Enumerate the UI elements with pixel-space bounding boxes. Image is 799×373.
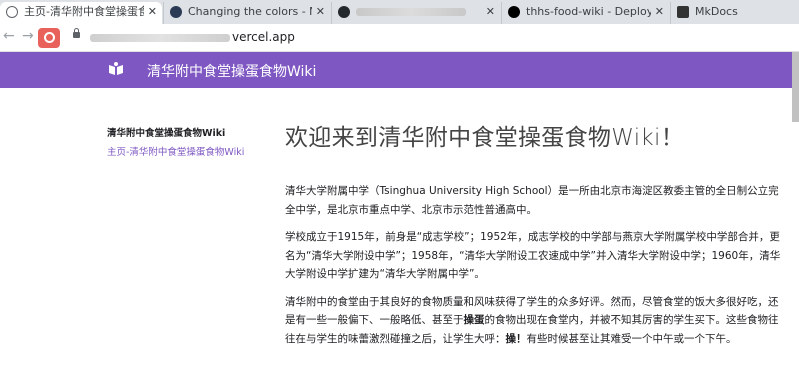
close-icon[interactable]: ✕ bbox=[148, 2, 157, 22]
book-icon[interactable] bbox=[108, 62, 124, 76]
text-span: 有些时候甚至让其难受一个中午或一个下午。 bbox=[526, 332, 737, 345]
vercel-icon bbox=[508, 6, 520, 18]
tab-home[interactable]: 主页-清华附中食堂操蛋食物Wiki ✕ bbox=[0, 2, 162, 24]
scrollbar[interactable] bbox=[792, 52, 799, 122]
tab-title: 主页-清华附中食堂操蛋食物Wiki bbox=[24, 5, 144, 18]
tab-vercel[interactable]: thhs-food-wiki - Deployment ✕ bbox=[501, 2, 669, 24]
address-bar[interactable]: vercel.app bbox=[232, 30, 295, 44]
tab-material[interactable]: Changing the colors - Material ✕ bbox=[163, 2, 330, 24]
site-title[interactable]: 清华附中食堂操蛋食物Wiki bbox=[147, 61, 316, 81]
intro-paragraph: 清华大学附属中学（Tsinghua University High School… bbox=[285, 185, 779, 216]
browser-tab-strip: 主页-清华附中食堂操蛋食物Wiki ✕ Changing the colors … bbox=[0, 0, 799, 24]
close-icon[interactable]: ✕ bbox=[655, 2, 664, 22]
sidebar-item-home[interactable]: 主页-清华附中食堂操蛋食物Wiki bbox=[107, 144, 244, 158]
blurred-url bbox=[90, 34, 230, 42]
page-title: 欢迎来到清华附中食堂操蛋食物Wiki！ bbox=[285, 125, 685, 151]
canteen-paragraph: 清华附中的食堂由于其良好的食物质量和风味获得了学生的众多好评。然而，尽管食堂的饭… bbox=[285, 293, 785, 349]
site-header: 清华附中食堂操蛋食物Wiki bbox=[0, 52, 799, 88]
page-icon bbox=[6, 6, 18, 18]
blurred-title bbox=[356, 8, 466, 16]
sidebar-nav: 清华附中食堂操蛋食物Wiki 主页-清华附中食堂操蛋食物Wiki bbox=[107, 125, 244, 158]
mkdocs-icon bbox=[677, 6, 689, 18]
tab-title bbox=[356, 2, 482, 22]
forward-icon[interactable]: → bbox=[22, 28, 34, 44]
close-icon[interactable]: ✕ bbox=[486, 2, 495, 22]
tab-mkdocs[interactable]: MkDocs bbox=[670, 2, 799, 24]
close-icon[interactable]: ✕ bbox=[316, 2, 325, 22]
tab-title: thhs-food-wiki - Deployment bbox=[526, 5, 651, 18]
back-icon[interactable]: ← bbox=[3, 28, 15, 44]
reload-icon[interactable] bbox=[38, 28, 60, 48]
lock-icon bbox=[73, 28, 80, 38]
tab-title: MkDocs bbox=[695, 5, 738, 18]
browser-toolbar: ← → vercel.app bbox=[0, 24, 799, 52]
tab-title: Changing the colors - Material bbox=[188, 5, 312, 18]
github-icon bbox=[338, 6, 350, 18]
tab-github[interactable]: ✕ bbox=[331, 2, 500, 24]
history-paragraph: 学校成立于1915年，前身是“成志学校”；1952年，成志学校的中学部与燕京大学… bbox=[285, 231, 781, 280]
material-logo-icon bbox=[170, 6, 182, 18]
main-content: 欢迎来到清华附中食堂操蛋食物Wiki！ 清华大学附属中学（Tsinghua Un… bbox=[285, 118, 785, 357]
sidebar-title: 清华附中食堂操蛋食物Wiki bbox=[107, 128, 226, 139]
bold-text: 操！ bbox=[505, 332, 527, 345]
bold-text: 操蛋 bbox=[463, 314, 485, 326]
